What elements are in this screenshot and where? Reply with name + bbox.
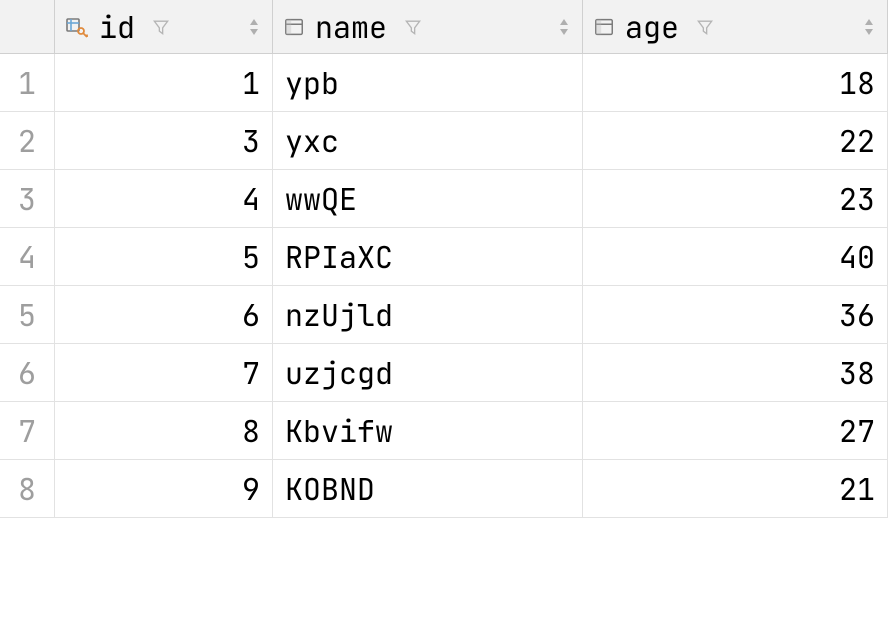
column-label: name [315, 7, 387, 47]
column-header-age[interactable]: age [583, 0, 888, 54]
cell-name[interactable]: uzjcgd [273, 344, 583, 402]
primary-key-icon [65, 15, 89, 39]
cell-age[interactable]: 22 [583, 112, 888, 170]
row-number-header [0, 0, 55, 54]
cell-value: 36 [839, 295, 875, 335]
cell-age[interactable]: 38 [583, 344, 888, 402]
cell-id[interactable]: 5 [55, 228, 273, 286]
cell-age[interactable]: 40 [583, 228, 888, 286]
row-number-value: 2 [18, 121, 36, 161]
column-label: id [99, 7, 135, 47]
cell-name[interactable]: wwQE [273, 170, 583, 228]
sort-icon[interactable] [556, 16, 572, 38]
cell-value: 8 [242, 411, 260, 451]
cell-name[interactable]: Kbvifw [273, 402, 583, 460]
cell-id[interactable]: 4 [55, 170, 273, 228]
column-icon [593, 16, 615, 38]
cell-value: uzjcgd [285, 353, 393, 393]
cell-value: 38 [839, 353, 875, 393]
row-number-value: 7 [18, 411, 36, 451]
cell-value: 27 [839, 411, 875, 451]
column-header-name[interactable]: name [273, 0, 583, 54]
filter-icon[interactable] [403, 17, 423, 37]
cell-value: 21 [839, 469, 875, 509]
cell-id[interactable]: 1 [55, 54, 273, 112]
cell-age[interactable]: 23 [583, 170, 888, 228]
column-icon [283, 16, 305, 38]
cell-name[interactable]: KOBND [273, 460, 583, 518]
cell-name[interactable]: ypb [273, 54, 583, 112]
cell-value: 22 [839, 121, 875, 161]
sort-icon[interactable] [861, 16, 877, 38]
row-number[interactable]: 7 [0, 402, 55, 460]
column-label: age [625, 7, 679, 47]
cell-name[interactable]: RPIaXC [273, 228, 583, 286]
cell-value: 7 [242, 353, 260, 393]
cell-value: 9 [242, 469, 260, 509]
cell-value: 3 [242, 121, 260, 161]
row-number[interactable]: 2 [0, 112, 55, 170]
data-table: id name [0, 0, 888, 518]
row-number-value: 1 [18, 63, 36, 103]
cell-id[interactable]: 8 [55, 402, 273, 460]
cell-age[interactable]: 27 [583, 402, 888, 460]
column-header-id[interactable]: id [55, 0, 273, 54]
cell-value: 4 [242, 179, 260, 219]
cell-value: yxc [285, 121, 339, 161]
cell-id[interactable]: 6 [55, 286, 273, 344]
row-number[interactable]: 1 [0, 54, 55, 112]
cell-age[interactable]: 21 [583, 460, 888, 518]
cell-value: 6 [242, 295, 260, 335]
filter-icon[interactable] [151, 17, 171, 37]
row-number[interactable]: 3 [0, 170, 55, 228]
cell-value: RPIaXC [285, 237, 393, 277]
cell-value: 1 [242, 63, 260, 103]
cell-name[interactable]: yxc [273, 112, 583, 170]
cell-value: 40 [839, 237, 875, 277]
cell-name[interactable]: nzUjld [273, 286, 583, 344]
filter-icon[interactable] [695, 17, 715, 37]
cell-value: 18 [839, 63, 875, 103]
row-number-value: 3 [18, 179, 36, 219]
row-number-value: 8 [18, 469, 36, 509]
row-number-value: 4 [18, 237, 36, 277]
cell-value: wwQE [285, 179, 357, 219]
row-number-value: 5 [18, 295, 36, 335]
sort-icon[interactable] [246, 16, 262, 38]
cell-value: KOBND [285, 469, 375, 509]
cell-value: 23 [839, 179, 875, 219]
cell-id[interactable]: 3 [55, 112, 273, 170]
cell-age[interactable]: 36 [583, 286, 888, 344]
cell-id[interactable]: 9 [55, 460, 273, 518]
row-number-value: 6 [18, 353, 36, 393]
cell-value: ypb [285, 63, 339, 103]
cell-age[interactable]: 18 [583, 54, 888, 112]
row-number[interactable]: 6 [0, 344, 55, 402]
row-number[interactable]: 4 [0, 228, 55, 286]
row-number[interactable]: 8 [0, 460, 55, 518]
cell-value: Kbvifw [285, 411, 393, 451]
cell-id[interactable]: 7 [55, 344, 273, 402]
row-number[interactable]: 5 [0, 286, 55, 344]
cell-value: nzUjld [285, 295, 393, 335]
cell-value: 5 [242, 237, 260, 277]
